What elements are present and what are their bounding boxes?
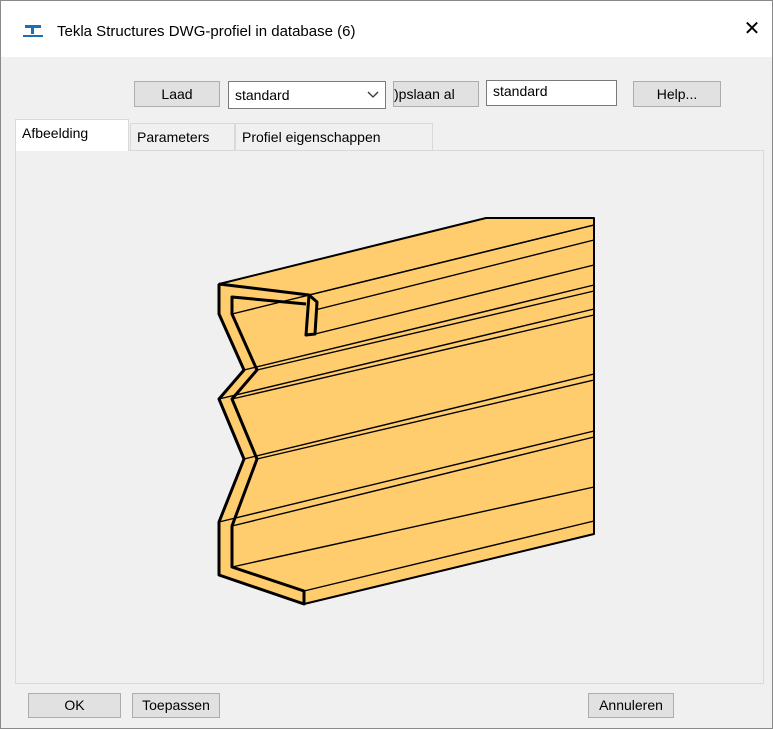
chevron-down-icon[interactable] (367, 86, 379, 102)
profile-preview-image (217, 217, 595, 606)
profile-body-shape (218, 217, 595, 605)
save-as-name-input[interactable]: standard (486, 80, 617, 106)
apply-button-label: Toepassen (142, 697, 210, 713)
cancel-button[interactable]: Annuleren (588, 693, 674, 718)
preview-panel (15, 150, 764, 684)
tab-afbeelding-label: Afbeelding (22, 125, 89, 141)
tab-parameters[interactable]: Parameters (130, 123, 235, 151)
dialog-window: Tekla Structures DWG-profiel in database… (0, 0, 773, 729)
ok-button[interactable]: OK (28, 693, 121, 718)
close-icon[interactable]: ✕ (744, 18, 761, 40)
ok-button-label: OK (64, 697, 85, 713)
close-button[interactable]: ✕ (732, 9, 772, 49)
cancel-button-label: Annuleren (599, 697, 663, 713)
save-as-button-label: )pslaan al (394, 86, 455, 102)
tekla-logo-icon (23, 25, 43, 37)
window-title: Tekla Structures DWG-profiel in database… (57, 23, 356, 40)
load-button[interactable]: Laad (134, 81, 220, 107)
load-settings-select[interactable]: standard (228, 81, 386, 109)
help-button-label: Help... (656, 86, 698, 102)
tab-parameters-label: Parameters (137, 129, 210, 145)
tab-profiel-eigenschappen[interactable]: Profiel eigenschappen (235, 123, 433, 151)
save-as-button[interactable]: )pslaan al (393, 81, 479, 107)
tab-profiel-eigenschappen-label: Profiel eigenschappen (242, 129, 381, 145)
tab-afbeelding[interactable]: Afbeelding (15, 119, 129, 151)
apply-button[interactable]: Toepassen (132, 693, 220, 718)
load-settings-value: standard (235, 87, 290, 103)
save-as-name-value: standard (493, 83, 548, 99)
load-button-label: Laad (161, 86, 193, 102)
title-bar: Tekla Structures DWG-profiel in database… (1, 1, 772, 57)
profile-drawing (217, 217, 595, 606)
help-button[interactable]: Help... (633, 81, 721, 107)
